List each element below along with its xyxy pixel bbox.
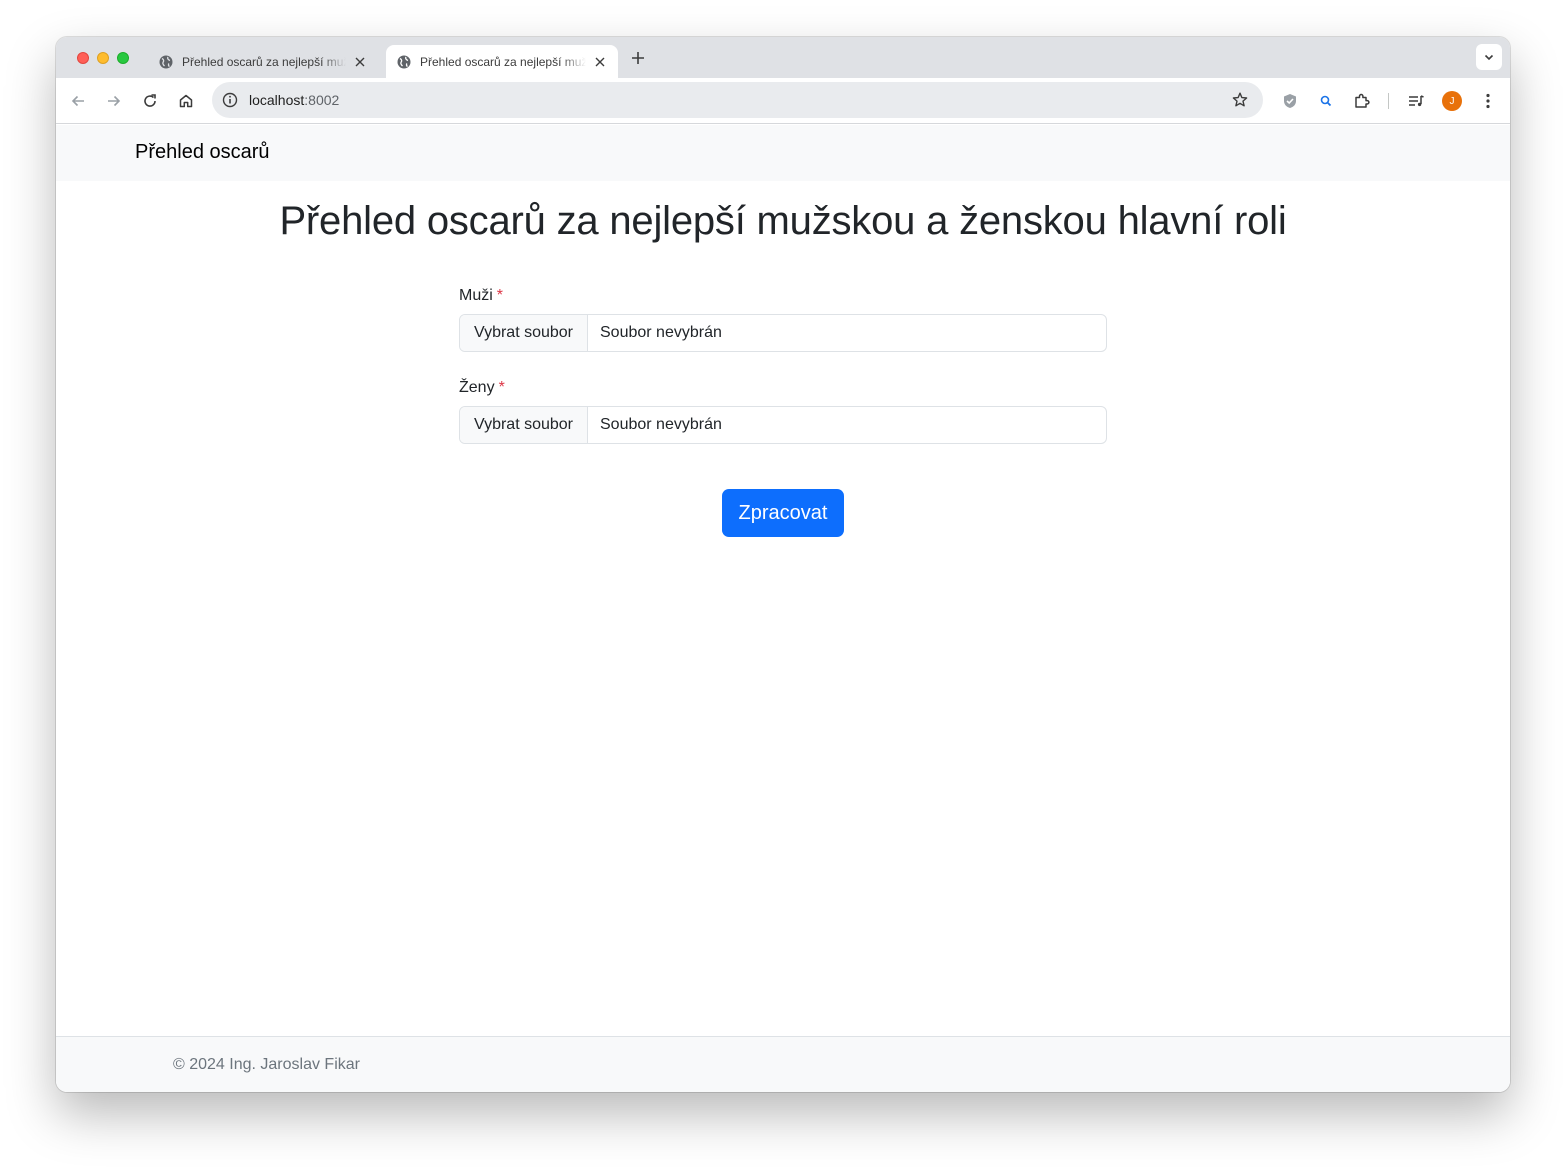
tab-strip: Přehled oscarů za nejlepší mužskou a žen… <box>56 37 1510 78</box>
tab-title: Přehled oscarů za nejlepší mužskou a žen… <box>420 54 586 69</box>
file-status-women: Soubor nevybrán <box>600 416 722 433</box>
browser-tab-1[interactable]: Přehled oscarů za nejlepší mužskou a žen… <box>148 45 378 78</box>
required-marker: * <box>496 287 504 304</box>
bookmark-star-icon[interactable] <box>1231 91 1249 109</box>
globe-icon <box>158 54 174 70</box>
forward-arrow-icon[interactable] <box>104 91 124 111</box>
form-group-men: Muži * Vybrat soubor Soubor nevybrán <box>459 284 1107 352</box>
form-group-women: Ženy * Vybrat soubor Soubor nevybrán <box>459 376 1107 444</box>
toolbar-divider <box>1388 93 1389 109</box>
file-status-men: Soubor nevybrán <box>600 324 722 341</box>
footer: © 2024 Ing. Jaroslav Fikar <box>56 1036 1510 1092</box>
close-tab-icon[interactable] <box>592 54 608 70</box>
footer-copyright: © 2024 Ing. Jaroslav Fikar <box>173 1056 360 1073</box>
close-tab-icon[interactable] <box>352 54 368 70</box>
profile-avatar[interactable]: J <box>1442 91 1462 111</box>
browser-toolbar: localhost:8002 J <box>56 78 1510 124</box>
globe-icon <box>396 54 412 70</box>
upload-form: Muži * Vybrat soubor Soubor nevybrán Ženy… <box>459 284 1107 444</box>
choose-file-button-women[interactable]: Vybrat soubor <box>460 407 588 443</box>
web-page: Přehled oscarů Přehled oscarů za nejlepš… <box>56 125 1510 1092</box>
new-tab-plus-icon[interactable] <box>629 49 647 67</box>
browser-window: Přehled oscarů za nejlepší mužskou a žen… <box>56 37 1510 1092</box>
choose-file-button-men[interactable]: Vybrat soubor <box>460 315 588 351</box>
navbar-brand[interactable]: Přehled oscarů <box>135 141 270 164</box>
file-input-women[interactable]: Vybrat soubor Soubor nevybrán <box>459 406 1107 444</box>
minimize-window-button[interactable] <box>97 52 109 64</box>
tab-title: Přehled oscarů za nejlepší mužskou a žen… <box>182 54 346 69</box>
extensions-puzzle-icon[interactable] <box>1352 91 1372 111</box>
more-menu-icon[interactable] <box>1478 91 1498 111</box>
shield-extension-icon[interactable] <box>1280 91 1300 111</box>
reload-icon[interactable] <box>140 91 160 111</box>
close-window-button[interactable] <box>77 52 89 64</box>
url-text: localhost:8002 <box>249 92 340 108</box>
maximize-window-button[interactable] <box>117 52 129 64</box>
media-queue-icon[interactable] <box>1406 91 1426 111</box>
site-info-icon[interactable] <box>221 91 239 109</box>
home-icon[interactable] <box>176 91 196 111</box>
browser-tab-2-active[interactable]: Přehled oscarů za nejlepší mužskou a žen… <box>386 45 618 78</box>
file-input-men[interactable]: Vybrat soubor Soubor nevybrán <box>459 314 1107 352</box>
required-marker: * <box>498 379 505 396</box>
back-arrow-icon[interactable] <box>68 91 88 111</box>
address-bar[interactable]: localhost:8002 <box>212 82 1263 118</box>
page-title: Přehled oscarů za nejlepší mužskou a žen… <box>279 199 1287 243</box>
field-label-women: Ženy * <box>459 379 505 396</box>
tab-search-chevron-icon[interactable] <box>1476 44 1502 70</box>
navbar: Přehled oscarů <box>56 125 1510 181</box>
field-label-men: Muži * <box>459 287 504 304</box>
submit-button[interactable]: Zpracovat <box>722 489 844 537</box>
search-extension-icon[interactable] <box>1316 91 1336 111</box>
